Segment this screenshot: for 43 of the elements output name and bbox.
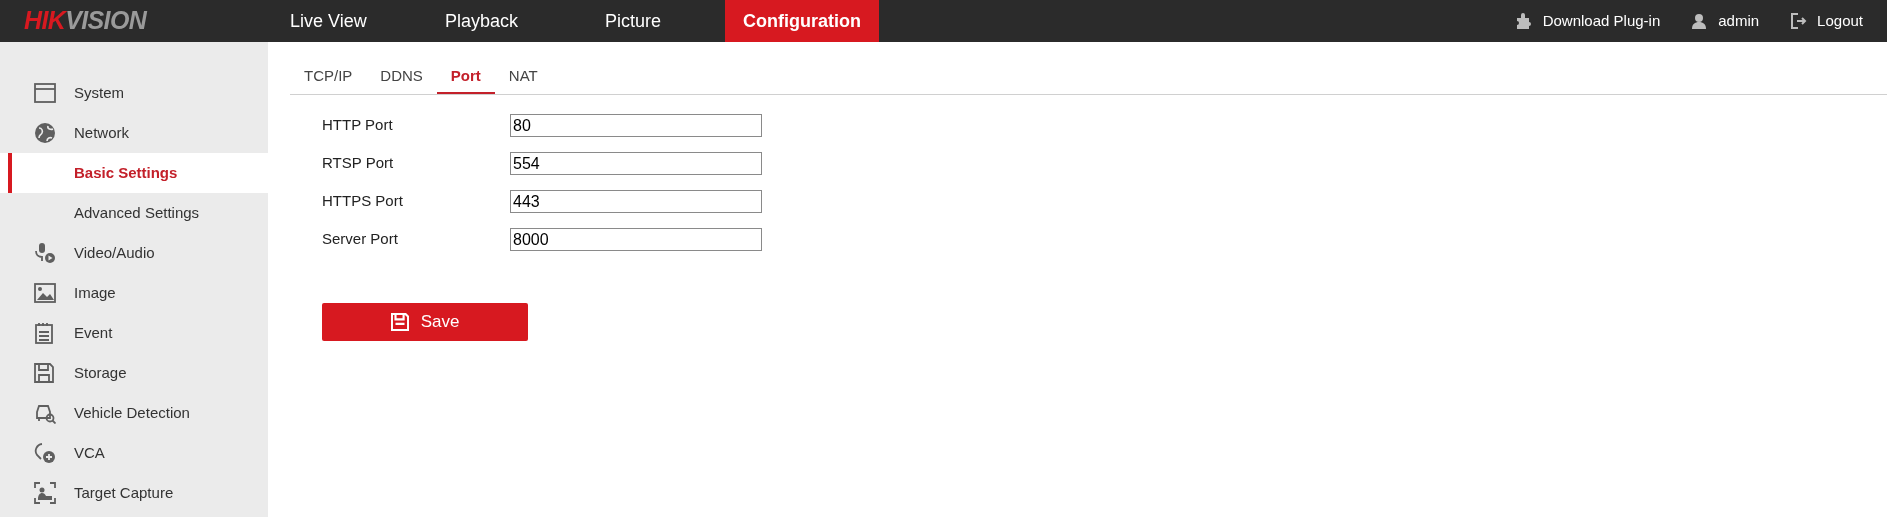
tab[interactable]: DDNS: [366, 61, 437, 94]
save-button[interactable]: Save: [322, 303, 528, 341]
sidebar-item-selected[interactable]: Basic Settings: [0, 153, 268, 193]
nav-tab[interactable]: Picture: [605, 0, 725, 42]
image-icon: [34, 283, 56, 303]
sidebar-item[interactable]: Vehicle Detection: [0, 393, 268, 433]
input-field[interactable]: 80: [510, 114, 762, 137]
person-car-frame-icon: [34, 482, 56, 504]
logo: HIKVISION: [24, 5, 147, 37]
tab[interactable]: NAT: [494, 61, 552, 94]
sidebar-item[interactable]: VCA: [0, 433, 268, 473]
globe-icon: [34, 122, 56, 144]
field-label: HTTP Port: [322, 115, 394, 136]
sidebar-item[interactable]: System: [0, 73, 268, 113]
camera-add-icon: [34, 442, 56, 464]
nav-tab[interactable]: Live View: [290, 0, 445, 42]
sidebar-item[interactable]: Image: [0, 273, 268, 313]
logout-icon: [1789, 12, 1808, 30]
sidebar-item[interactable]: Network: [0, 113, 268, 153]
user-link[interactable]: admin: [1690, 9, 1760, 33]
logout-link[interactable]: Logout: [1789, 9, 1863, 33]
tab[interactable]: TCP/IP: [290, 61, 367, 94]
field-label: Server Port: [322, 229, 399, 250]
microphone-play-icon: [34, 242, 56, 264]
download-plugin-link[interactable]: Download Plug-in: [1514, 9, 1661, 33]
field-label: HTTPS Port: [322, 191, 404, 212]
nav-tab[interactable]: Configuration: [725, 0, 879, 42]
sidebar-item[interactable]: Video/Audio: [0, 233, 268, 273]
input-field[interactable]: 554: [510, 152, 762, 175]
person-icon: [1690, 12, 1709, 30]
sidebar-item[interactable]: Storage: [0, 353, 268, 393]
input-field[interactable]: 8000: [510, 228, 762, 251]
puzzle-icon: [1514, 12, 1533, 30]
calendar-icon: [34, 322, 54, 344]
window-icon: [34, 83, 56, 103]
field-label: RTSP Port: [322, 153, 395, 174]
tab[interactable]: Port: [436, 61, 495, 94]
sidebar-item[interactable]: Event: [0, 313, 268, 353]
sidebar-item[interactable]: Advanced Settings: [0, 193, 268, 233]
input-field[interactable]: 443: [510, 190, 762, 213]
sidebar-item[interactable]: Target Capture: [0, 473, 268, 513]
car-search-icon: [34, 402, 56, 424]
nav-tab[interactable]: Playback: [445, 0, 605, 42]
